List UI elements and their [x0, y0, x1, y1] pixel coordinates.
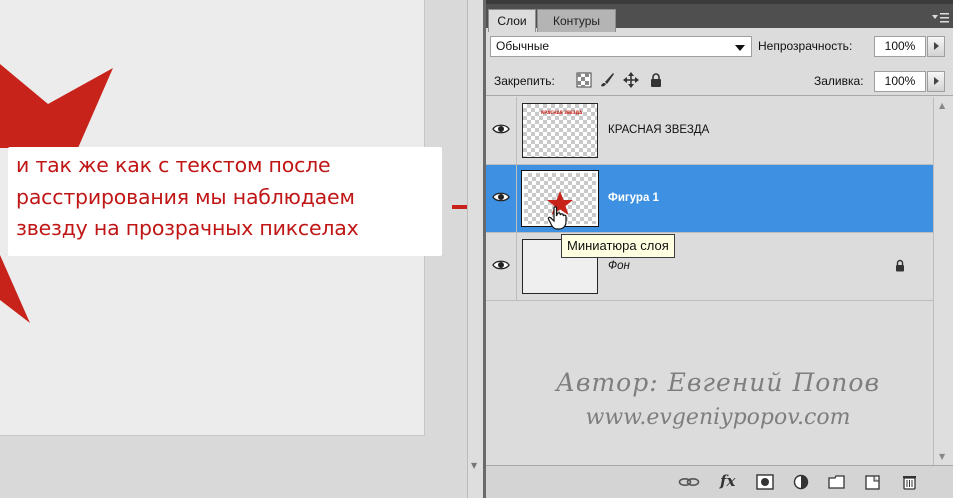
layer-row-krasnaya-zvezda[interactable]: КРАСНАЯ ЗВЕЗДА КРАСНАЯ ЗВЕЗДА: [486, 97, 933, 165]
layer-name[interactable]: Фон: [608, 260, 630, 272]
annotation-callout: и так же как с текстом после расстрирова…: [8, 147, 442, 256]
layer-row-fon[interactable]: Фон: [486, 233, 933, 301]
panel-menu-icon[interactable]: [930, 11, 950, 25]
lock-position-icon[interactable]: [623, 72, 639, 88]
blend-mode-value: Обычные: [496, 39, 550, 53]
annotation-line: расстрирования мы наблюдаем: [16, 184, 355, 209]
star-fragment: [0, 64, 113, 148]
layer-thumbnail[interactable]: КРАСНАЯ ЗВЕЗДА: [522, 103, 598, 158]
canvas-vertical-scrollbar[interactable]: ▼: [467, 0, 483, 498]
thumbnail-text: КРАСНАЯ ЗВЕЗДА: [541, 110, 583, 115]
scroll-down-icon[interactable]: ▼: [471, 461, 477, 470]
fx-button[interactable]: fx: [720, 472, 735, 490]
annotation-line: и так же как с текстом после: [16, 153, 331, 177]
watermark-url: www.evgeniypopov.com: [585, 405, 851, 430]
scroll-down-icon[interactable]: ▼: [939, 452, 945, 461]
opacity-label: Непрозрачность:: [758, 39, 853, 53]
eye-icon: [492, 260, 510, 270]
watermark-author: Автор: Евгений Попов: [555, 368, 881, 397]
new-layer-icon[interactable]: [864, 474, 882, 490]
photoshop-window: и так же как с текстом после расстрирова…: [0, 0, 953, 498]
watermark: Автор: Евгений Попов www.evgeniypopov.co…: [548, 365, 888, 435]
lock-label: Закрепить:: [494, 74, 555, 88]
annotation-line: звезду на прозрачных пикселах: [16, 216, 359, 240]
tab-paths[interactable]: Контуры: [537, 9, 616, 32]
lock-image-pixels-icon[interactable]: [599, 72, 615, 88]
fill-slider-button[interactable]: [927, 71, 945, 92]
visibility-toggle[interactable]: [486, 233, 517, 300]
opacity-field[interactable]: 100%: [874, 36, 926, 57]
layer-name[interactable]: КРАСНАЯ ЗВЕЗДА: [608, 124, 709, 136]
trash-icon[interactable]: [901, 474, 919, 490]
fill-field[interactable]: 100%: [874, 71, 926, 92]
layer-name[interactable]: Фигура 1: [608, 192, 659, 204]
divider: [486, 95, 953, 96]
tab-layers[interactable]: Слои: [488, 9, 536, 32]
blend-mode-select[interactable]: Обычные: [490, 36, 752, 57]
scroll-up-icon[interactable]: ▲: [939, 101, 945, 110]
eye-icon: [492, 124, 510, 134]
eye-icon: [492, 192, 510, 202]
hand-cursor-icon: [547, 206, 567, 230]
chevron-down-icon: [735, 45, 745, 51]
lock-icon: [896, 259, 904, 272]
link-layers-icon[interactable]: [678, 474, 700, 490]
star-fragment-lower: [0, 255, 30, 323]
adjustment-layer-icon[interactable]: [793, 474, 811, 490]
layers-list-scrollbar[interactable]: ▲ ▼: [933, 97, 953, 465]
new-group-icon[interactable]: [828, 474, 846, 490]
lock-all-icon[interactable]: [648, 72, 664, 88]
tooltip: Миниатюра слоя: [561, 234, 675, 258]
visibility-toggle[interactable]: [486, 165, 517, 232]
opacity-slider-button[interactable]: [927, 36, 945, 57]
lock-transparent-pixels-icon[interactable]: [576, 72, 592, 88]
panel-tab-bar: Слои Контуры: [486, 0, 953, 32]
layers-bottom-toolbar: fx: [486, 465, 953, 498]
fill-label: Заливка:: [814, 74, 864, 88]
add-mask-icon[interactable]: [756, 474, 774, 490]
visibility-toggle[interactable]: [486, 97, 517, 164]
